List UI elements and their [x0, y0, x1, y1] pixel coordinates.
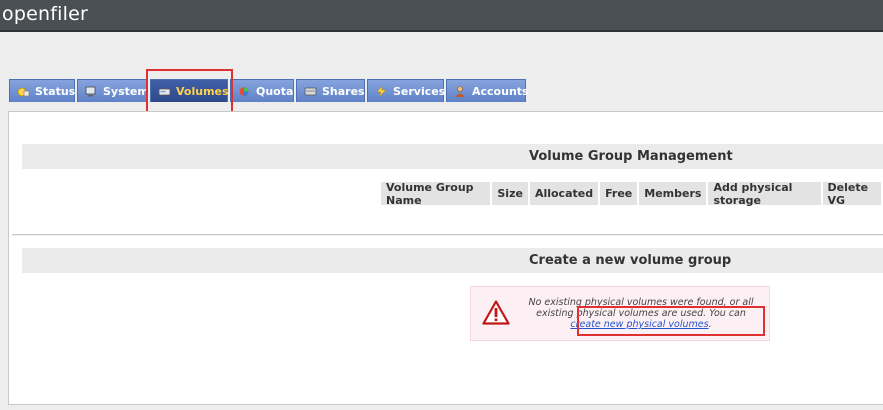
create-vg-title: Create a new volume group: [529, 253, 732, 268]
col-members: Members: [639, 182, 707, 205]
vg-management-header: [22, 144, 883, 169]
shares-icon: [304, 86, 317, 97]
section-divider: [12, 234, 883, 236]
volumes-tab-highlight: [146, 69, 233, 113]
col-add-physical-storage: Add physical storage: [708, 181, 821, 207]
tab-label: Quota: [256, 84, 294, 98]
tab-label: Accounts: [472, 84, 529, 98]
services-icon: [375, 84, 388, 97]
col-allocated: Allocated: [529, 182, 599, 205]
tab-system[interactable]: System: [77, 79, 149, 102]
openfiler-logo: openfiler: [2, 3, 88, 25]
tab-status[interactable]: Status: [9, 79, 75, 102]
quota-icon: [238, 86, 251, 97]
warning-icon: [482, 300, 510, 329]
tab-label: System: [103, 84, 149, 98]
top-bar: openfiler: [0, 0, 883, 32]
status-icon: [17, 86, 30, 97]
tab-label: Status: [35, 84, 76, 98]
system-icon: [85, 86, 98, 97]
main-tabs: Status System Volumes Quota Shares Servi…: [9, 79, 529, 102]
create-link-highlight: [577, 306, 765, 336]
tab-label: Shares: [322, 84, 365, 98]
tab-accounts[interactable]: Accounts: [446, 79, 529, 102]
col-volume-group-name: Volume Group Name: [381, 181, 491, 207]
vg-management-title: Volume Group Management: [529, 149, 733, 164]
tab-quota[interactable]: Quota: [230, 79, 294, 102]
accounts-icon: [454, 85, 467, 97]
tab-label: Services: [393, 84, 446, 98]
tab-shares[interactable]: Shares: [296, 79, 365, 102]
tab-services[interactable]: Services: [367, 79, 446, 102]
vg-table-header: Volume Group Name Size Allocated Free Me…: [381, 181, 883, 207]
col-size: Size: [492, 182, 528, 205]
create-vg-header: [22, 248, 883, 273]
col-free: Free: [600, 182, 638, 205]
col-delete-vg: Delete VG: [822, 181, 881, 207]
